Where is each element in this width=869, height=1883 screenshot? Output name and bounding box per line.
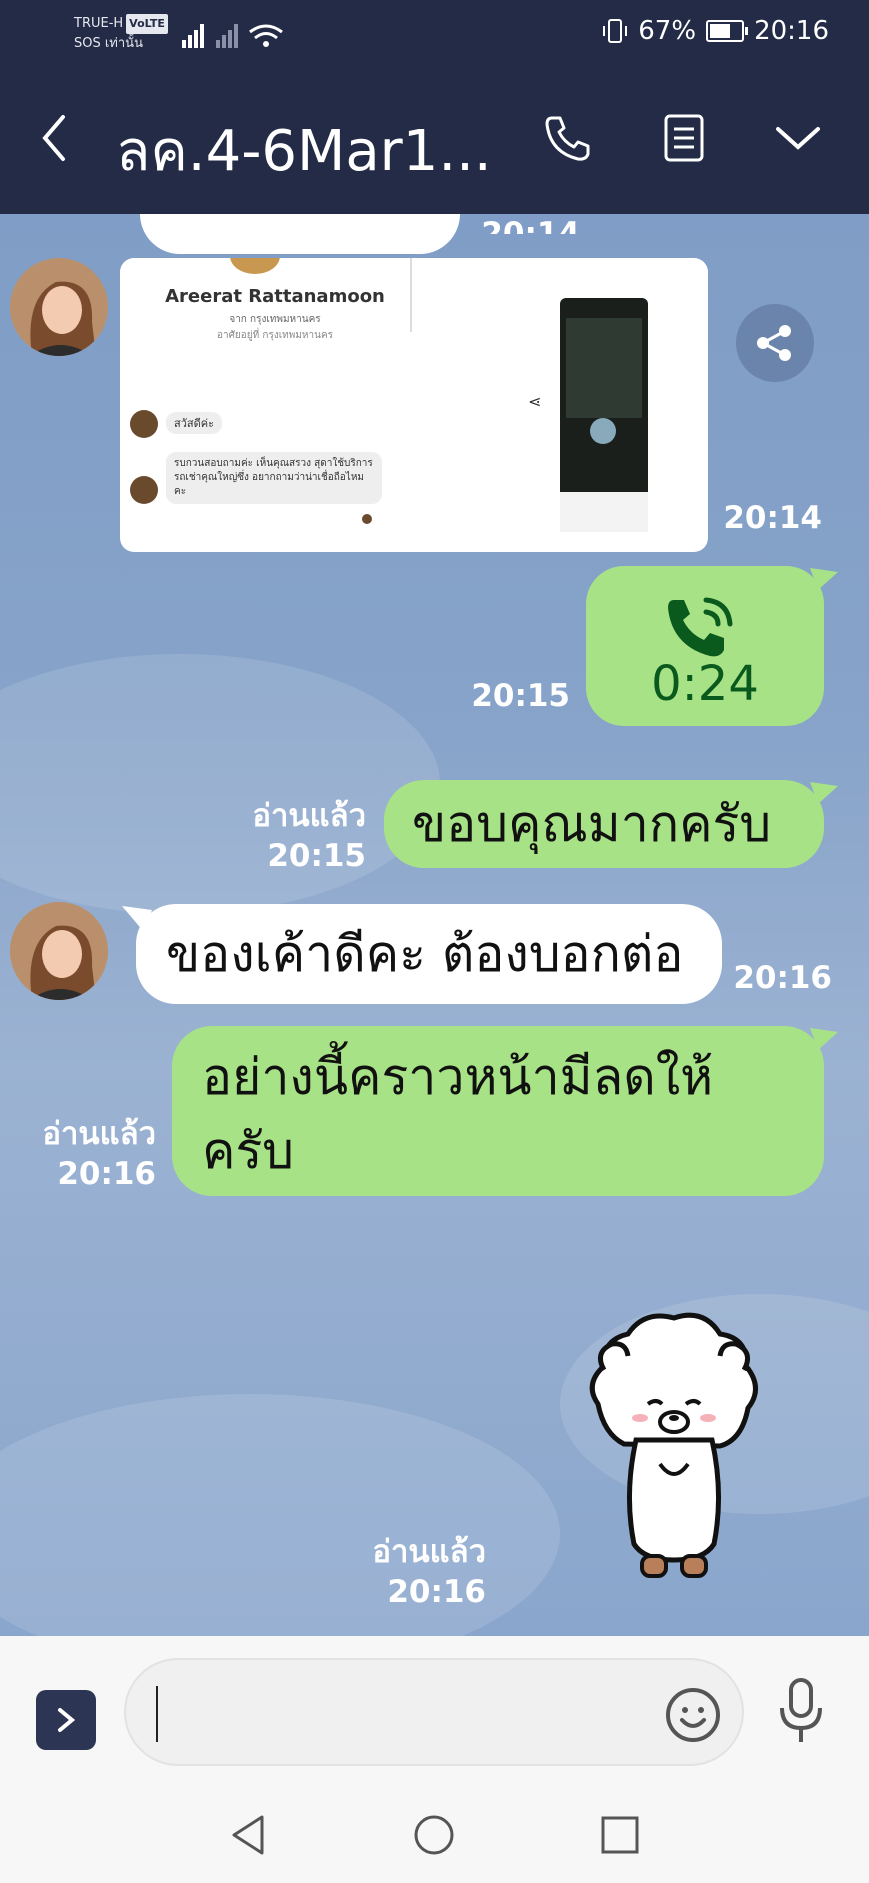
message-text: ขอบคุณมากครับ <box>412 795 772 853</box>
message-time: 20:15 <box>267 838 366 874</box>
message-text-line2: ครับ <box>202 1122 295 1180</box>
expand-button[interactable] <box>36 1690 96 1750</box>
sos-label: SOS เท่านั้น <box>74 36 143 51</box>
image-time: 20:14 <box>723 500 822 536</box>
nav-recents-icon[interactable] <box>600 1815 640 1855</box>
nav-back-icon[interactable] <box>228 1813 268 1857</box>
volte-badge: VoLTE <box>126 14 168 34</box>
call-icon <box>668 597 733 657</box>
read-label: อ่านแล้ว <box>42 1116 156 1152</box>
image-share-glyph: ⋖ <box>528 392 542 411</box>
bear-sticker[interactable] <box>564 1294 784 1600</box>
call-bubble[interactable]: 0:24 <box>586 566 824 726</box>
image-mini-avatar <box>130 410 158 438</box>
message-text: ของเค้าดีคะ ต้องบอกต่อ <box>166 925 684 983</box>
bubble-tail <box>810 782 838 804</box>
message-time: 20:16 <box>733 960 832 996</box>
message-text-line1: อย่างนี้คราวหน้ามีลดให้ <box>202 1048 714 1106</box>
read-label: อ่านแล้ว <box>252 798 366 834</box>
avatar-photo <box>10 258 108 356</box>
read-receipt-3: อ่านแล้ว 20:16 <box>336 1532 486 1612</box>
bubble-tail <box>810 1028 838 1050</box>
shared-image[interactable]: Areerat Rattanamoon จาก กรุงเทพมหานคร อา… <box>120 258 708 552</box>
back-arrow-icon[interactable] <box>24 106 84 170</box>
read-receipt-1: อ่านแล้ว 20:15 <box>220 796 366 876</box>
outgoing-message-2[interactable]: อย่างนี้คราวหน้ามีลดให้ ครับ <box>172 1026 824 1196</box>
avatar-photo <box>10 902 108 1000</box>
share-button[interactable] <box>736 304 814 382</box>
incoming-message[interactable]: ของเค้าดีคะ ต้องบอกต่อ <box>136 904 722 1004</box>
avatar[interactable] <box>10 258 108 356</box>
phone-icon[interactable] <box>538 106 598 170</box>
battery-percent: 67% <box>638 16 697 46</box>
outgoing-message-1[interactable]: ขอบคุณมากครับ <box>384 780 824 868</box>
chevron-down-icon[interactable] <box>768 106 828 170</box>
carrier-info: TRUE-H VoLTE SOS เท่านั้น <box>74 14 168 54</box>
message-time: 20:16 <box>387 1574 486 1610</box>
image-profile-sub1: จาก กรุงเทพมหานคร <box>229 314 321 325</box>
image-message: รบกวนสอบถามค่ะ เห็นคุณสรวง สุดาใช้บริการ… <box>166 452 382 504</box>
read-receipt-2: อ่านแล้ว 20:16 <box>10 1114 156 1194</box>
image-mini-avatar-2 <box>130 476 158 504</box>
clock: 20:16 <box>754 16 829 46</box>
message-input[interactable] <box>124 1658 744 1766</box>
partial-time: 20:14 <box>481 216 580 234</box>
image-profile-name: Areerat Rattanamoon <box>165 286 385 307</box>
microphone-icon[interactable] <box>776 1676 826 1746</box>
chat-title[interactable]: ลค.4-6Mar1... <box>116 106 496 195</box>
call-time: 20:15 <box>471 678 570 714</box>
notes-icon[interactable] <box>654 106 714 170</box>
read-label: อ่านแล้ว <box>372 1534 486 1570</box>
signal-wifi-icons <box>182 24 283 48</box>
image-phone-screen <box>560 298 648 532</box>
emoji-icon[interactable] <box>664 1686 722 1744</box>
system-nav-bar <box>0 1787 869 1883</box>
partial-incoming-bubble <box>140 214 460 254</box>
battery-icon <box>706 20 749 42</box>
image-profile-sub2: อาศัยอยู่ที่ กรุงเทพมหานคร <box>216 330 334 341</box>
chat-area[interactable]: 20:14 Areerat Rattanamoon จาก กรุงเทพมหา… <box>0 214 869 1636</box>
status-bar: TRUE-H VoLTE SOS เท่านั้น 67% 20:16 <box>0 0 869 66</box>
bubble-tail <box>810 568 838 590</box>
carrier-label: TRUE-H <box>74 16 124 31</box>
status-right: 67% 20:16 <box>602 16 829 46</box>
vibrate-icon <box>603 19 628 43</box>
chevron-right-icon <box>58 1708 76 1732</box>
share-icon <box>757 325 791 361</box>
chat-header: ลค.4-6Mar1... <box>0 66 869 214</box>
call-duration: 0:24 <box>651 656 759 712</box>
avatar[interactable] <box>10 902 108 1000</box>
input-bar <box>0 1636 869 1787</box>
nav-home-icon[interactable] <box>412 1813 456 1857</box>
text-cursor <box>156 1686 158 1742</box>
image-greeting: สวัสดีค่ะ <box>166 412 223 434</box>
message-time: 20:16 <box>57 1156 156 1192</box>
